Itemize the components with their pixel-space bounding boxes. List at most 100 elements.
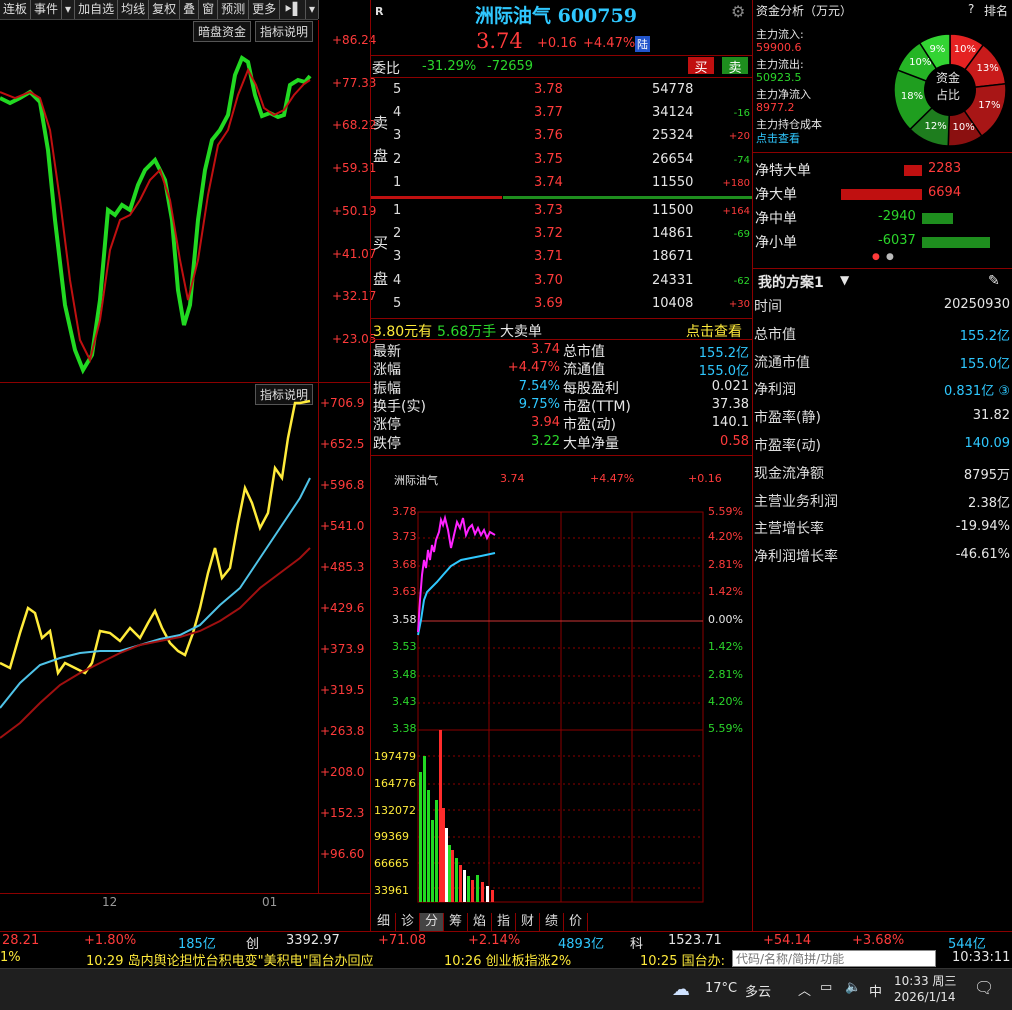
toolbar-item[interactable]: ▾ xyxy=(62,0,76,19)
plan-row[interactable]: 主营增长率 -19.94% xyxy=(754,514,1012,540)
order-row[interactable]: 5 3.78 54778 xyxy=(372,79,752,102)
order-row[interactable]: 3 3.76 25324 +20 xyxy=(372,125,752,148)
gear-icon[interactable]: ⚙ xyxy=(731,2,745,21)
tab-0[interactable]: 细 xyxy=(372,913,396,931)
edit-icon[interactable]: ✎ xyxy=(988,273,1000,289)
plan-row[interactable]: 流通市值 155.0亿 xyxy=(754,348,1012,374)
toolbar-item[interactable]: ⯈▌ xyxy=(280,0,307,19)
flow-bar-negative xyxy=(922,213,953,224)
weather-temp[interactable]: 17°C xyxy=(705,981,737,996)
big-order-amount: 5.68万手 xyxy=(437,324,497,340)
order-row[interactable]: 3 3.71 18671 xyxy=(372,246,752,269)
tab-4[interactable]: 焰 xyxy=(468,913,492,931)
quote-label: 涨幅 xyxy=(373,362,401,379)
tab-6[interactable]: 财 xyxy=(516,913,540,931)
order-level: 1 xyxy=(393,174,402,190)
tab-2[interactable]: 分 xyxy=(420,913,444,931)
order-row[interactable]: 4 3.77 34124 -16 xyxy=(372,102,752,125)
toolbar-item[interactable]: 连板 xyxy=(0,0,32,19)
taskbar: ☁ 17°C 多云 ︿ ▭ 🔈 中 10:33 周三 2026/1/14 🗨 xyxy=(0,968,1012,1010)
taskbar-date[interactable]: 2026/1/14 xyxy=(894,990,956,1004)
ask-bid-ratio-green xyxy=(503,196,752,199)
volume-icon[interactable]: 🔈 xyxy=(845,980,861,995)
plan-title[interactable]: 我的方案1 xyxy=(758,272,824,292)
plan-row[interactable]: 总市值 155.2亿 xyxy=(754,320,1012,346)
plan-dropdown-icon[interactable]: ▼ xyxy=(840,273,849,287)
order-level: 1 xyxy=(393,203,402,218)
order-row[interactable]: 2 3.72 14861 -69 xyxy=(372,223,752,246)
lower-y-tick: +319.5 xyxy=(320,683,365,697)
flow-label: 净小单 xyxy=(755,235,797,251)
toolbar-item[interactable]: 均线 xyxy=(118,0,150,19)
page-dot-active[interactable]: ● xyxy=(872,252,880,262)
news-item-3[interactable]: 10:25 国台办: xyxy=(640,950,725,969)
toolbar-item[interactable]: ▾ xyxy=(306,0,320,19)
rank-link[interactable]: 排名 xyxy=(984,2,1008,19)
divider xyxy=(371,77,752,78)
order-row[interactable]: 5 3.69 10408 +30 xyxy=(372,293,752,316)
plan-row[interactable]: 时间 20250930 xyxy=(754,292,1012,318)
plan-row-label: 主营业务利润 xyxy=(754,493,838,510)
toolbar-item[interactable]: 复权 xyxy=(149,0,181,19)
ask-bid-ratio-red xyxy=(371,196,502,199)
ime-indicator[interactable]: 中 xyxy=(869,981,882,1000)
cost-link[interactable]: 点击查看 xyxy=(756,130,800,146)
plan-row[interactable]: 净利润增长率 -46.61% xyxy=(754,542,1012,568)
weather-desc[interactable]: 多云 xyxy=(745,981,771,1000)
tab-3[interactable]: 筹 xyxy=(444,913,468,931)
inflow-label: 主力流入: xyxy=(756,28,804,41)
tray-chevron-icon[interactable]: ︿ xyxy=(798,980,811,999)
plan-row[interactable]: 净利润 0.831亿 ③ xyxy=(754,375,1012,401)
toolbar-item[interactable]: 更多 xyxy=(249,0,281,19)
ask-label-1: 卖 xyxy=(373,114,389,132)
plan-row[interactable]: 主营业务利润 2.38亿 xyxy=(754,487,1012,513)
plan-row[interactable]: 市盈率(动) 140.09 xyxy=(754,431,1012,457)
buy-button[interactable]: 买 xyxy=(688,57,714,76)
intraday-left-tick: 3.63 xyxy=(392,585,417,598)
toolbar-item[interactable]: 事件 xyxy=(31,0,63,19)
search-input[interactable] xyxy=(732,950,936,967)
page-dot[interactable]: ● xyxy=(886,252,894,262)
network-icon[interactable]: ▭ xyxy=(820,980,832,995)
tab-8[interactable]: 价 xyxy=(564,913,588,931)
order-level: 5 xyxy=(393,82,402,97)
volume-tick: 197479 xyxy=(374,750,416,763)
stock-price: 3.74 xyxy=(476,29,523,53)
toolbar-item[interactable]: 加自选 xyxy=(75,0,119,19)
plan-row[interactable]: 现金流净额 8795万 xyxy=(754,459,1012,485)
r-badge: R xyxy=(375,5,384,18)
quote-label: 每股盈利 xyxy=(563,380,619,397)
divider xyxy=(753,152,1012,153)
plan-row-value: 155.0亿 xyxy=(959,356,1010,372)
tab-1[interactable]: 诊 xyxy=(396,913,420,931)
sell-button[interactable]: 卖 xyxy=(722,57,748,76)
quote-label: 市盈(TTM) xyxy=(563,398,631,415)
order-row[interactable]: 2 3.75 26654 -74 xyxy=(372,149,752,172)
quote-value: 3.22 xyxy=(531,433,560,449)
toolbar-item[interactable]: 叠 xyxy=(180,0,200,19)
order-price: 3.69 xyxy=(534,295,563,311)
toolbar-item[interactable]: 窗 xyxy=(199,0,219,19)
order-row[interactable]: 4 3.70 24331 -62 xyxy=(372,270,752,293)
order-delta: +180 xyxy=(722,177,750,189)
plan-row[interactable]: 市盈率(静) 31.82 xyxy=(754,403,1012,429)
intraday-chart xyxy=(417,511,704,903)
divider xyxy=(371,455,752,456)
big-order-link[interactable]: 点击查看 xyxy=(686,321,742,341)
taskbar-time[interactable]: 10:33 周三 xyxy=(894,972,956,989)
weather-icon[interactable]: ☁ xyxy=(672,979,690,1000)
intraday-left-tick: 3.48 xyxy=(392,668,417,681)
tab-5[interactable]: 指 xyxy=(492,913,516,931)
order-row[interactable]: 1 3.73 11500 +164 xyxy=(372,200,752,223)
help-icon[interactable]: ? xyxy=(968,2,974,16)
tab-7[interactable]: 绩 xyxy=(540,913,564,931)
plan-row-value: 8795万 xyxy=(963,467,1010,483)
news-item-1[interactable]: 10:29 岛内舆论担忧台积电变"美积电"国台办回应 xyxy=(86,950,374,969)
toolbar-item[interactable]: 预测 xyxy=(218,0,250,19)
notification-icon[interactable]: 🗨 xyxy=(974,978,994,997)
order-row[interactable]: 1 3.74 11550 +180 xyxy=(372,172,752,195)
order-level: 5 xyxy=(393,295,402,311)
news-item-2[interactable]: 10:26 创业板指涨2% xyxy=(444,950,571,969)
inflow-value: 59900.6 xyxy=(756,41,802,54)
lower-y-tick: +152.3 xyxy=(320,806,365,820)
